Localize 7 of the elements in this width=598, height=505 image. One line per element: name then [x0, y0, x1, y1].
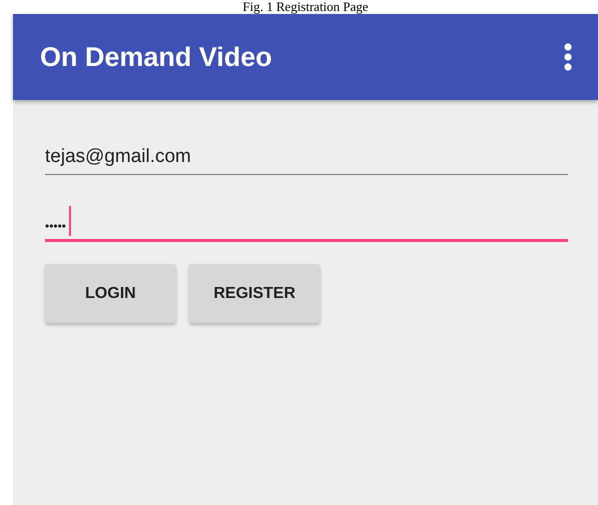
action-button[interactable]: REGISTER: [189, 264, 320, 323]
figure-caption: Fig. 1 Registration Page: [242, 0, 370, 14]
email-field[interactable]: tejas@gmail.com: [45, 140, 568, 175]
password-field[interactable]: •••••: [45, 205, 568, 242]
action-button[interactable]: LOGIN: [45, 264, 176, 323]
more-options-icon[interactable]: [564, 43, 572, 71]
app-title: On Demand Video: [40, 42, 272, 72]
